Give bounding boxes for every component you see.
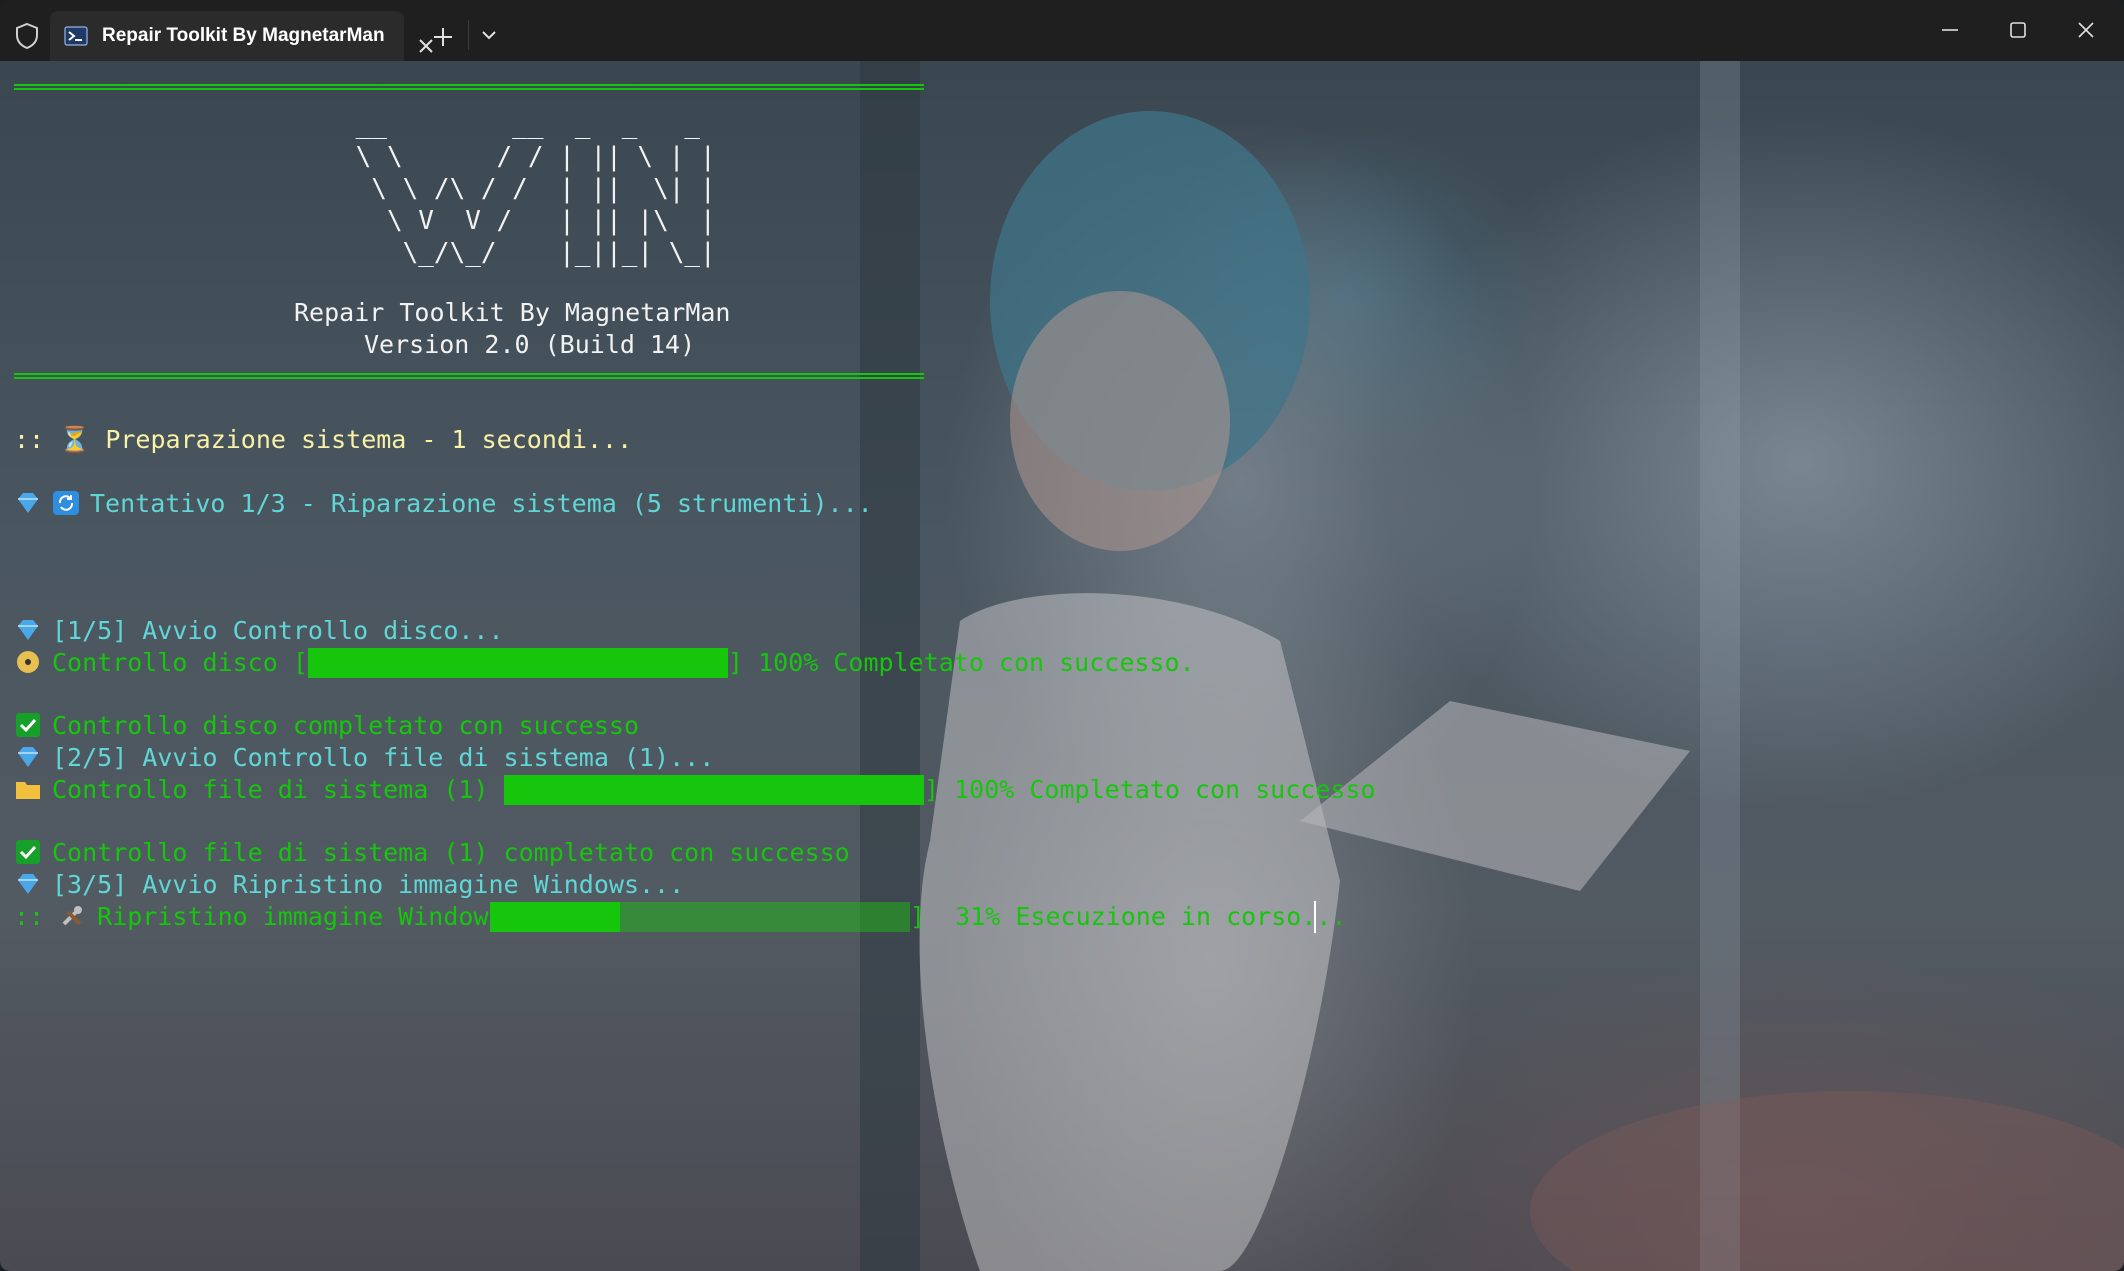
tab-repair-toolkit[interactable]: Repair Toolkit By MagnetarMan xyxy=(50,11,433,61)
top-divider xyxy=(14,84,924,90)
step2-start-text: [2/5] Avvio Controllo file di sistema (1… xyxy=(52,743,715,772)
step3-start-text: [3/5] Avvio Ripristino immagine Windows.… xyxy=(52,870,685,899)
banner-title: Repair Toolkit By MagnetarMan xyxy=(294,298,731,327)
step3-start: [3/5] Avvio Ripristino immagine Windows.… xyxy=(14,869,684,901)
diamond-icon xyxy=(18,747,38,767)
step2-done: Controllo file di sistema (1) completato… xyxy=(14,837,850,869)
step1-progress-line: Controllo disco [ xyxy=(14,647,308,679)
step3-progress-line: :: Ripristino immagine Windows [ xyxy=(14,901,534,933)
diamond-icon xyxy=(18,493,38,513)
terminal-output[interactable]: __ __ _ _ _ \ \ / / | || \ | | \ \ /\ / … xyxy=(0,61,2124,1271)
title-bar: Repair Toolkit By MagnetarMan xyxy=(0,0,2124,61)
step2-bar-end: ] 100% Completato con successo xyxy=(924,775,1376,804)
chevron-down-icon[interactable] xyxy=(480,28,498,42)
step2-bar-label: Controllo file di sistema (1) [ xyxy=(52,775,519,804)
close-icon[interactable] xyxy=(2074,18,2098,42)
step1-start: [1/5] Avvio Controllo disco... xyxy=(14,615,504,647)
tools-icon xyxy=(62,906,83,926)
step2-done-text: Controllo file di sistema (1) completato… xyxy=(52,838,850,867)
attempt-line: Tentativo 1/3 - Riparazione sistema (5 s… xyxy=(14,488,873,520)
tab-title: Repair Toolkit By MagnetarMan xyxy=(102,25,385,46)
step1-done: Controllo disco completato con successo xyxy=(14,710,639,742)
step1-bar-end: ] 100% Completato con successo. xyxy=(728,648,1195,677)
prep-line: :: ⏳ Preparazione sistema - 1 secondi... xyxy=(14,425,633,454)
banner-version: Version 2.0 (Build 14) xyxy=(364,330,696,359)
text-cursor xyxy=(1314,901,1316,933)
diamond-icon xyxy=(18,620,38,640)
diamond-icon xyxy=(18,874,38,894)
terminal-window: Repair Toolkit By MagnetarMan __ __ _ _ … xyxy=(0,0,2124,1271)
refresh-icon xyxy=(53,491,79,515)
step1-bar-label: Controllo disco [ xyxy=(52,648,308,677)
step3-progress-fill xyxy=(490,902,620,932)
attempt-text: Tentativo 1/3 - Riparazione sistema (5 s… xyxy=(90,489,873,518)
folder-icon xyxy=(16,782,40,799)
step3-bar-label: Ripristino immagine Windows [ xyxy=(97,902,534,931)
ascii-win-logo: __ __ _ _ _ \ \ / / | || \ | | \ \ /\ / … xyxy=(355,110,716,268)
plus-icon[interactable] xyxy=(432,26,454,48)
shield-icon xyxy=(16,22,38,50)
step2-start: [2/5] Avvio Controllo file di sistema (1… xyxy=(14,742,714,774)
step2-progress-fill xyxy=(504,775,924,805)
console-text-area: __ __ _ _ _ \ \ / / | || \ | | \ \ /\ / … xyxy=(0,61,2124,1271)
minimize-icon[interactable] xyxy=(1938,18,1962,42)
bottom-divider xyxy=(14,373,924,379)
step1-progress-fill xyxy=(308,648,728,678)
check-icon xyxy=(16,840,40,864)
step3-bar-end: ] 31% Esecuzione in corso... xyxy=(910,902,1347,931)
powershell-icon xyxy=(64,26,88,46)
step1-done-text: Controllo disco completato con successo xyxy=(52,711,639,740)
disc-icon xyxy=(17,651,39,673)
check-icon xyxy=(16,713,40,737)
maximize-icon[interactable] xyxy=(2006,18,2030,42)
step1-start-text: [1/5] Avvio Controllo disco... xyxy=(52,616,504,645)
tab-separator xyxy=(468,20,469,50)
step2-progress-line: Controllo file di sistema (1) [ xyxy=(14,774,519,806)
step3-prefix: :: xyxy=(14,902,60,931)
